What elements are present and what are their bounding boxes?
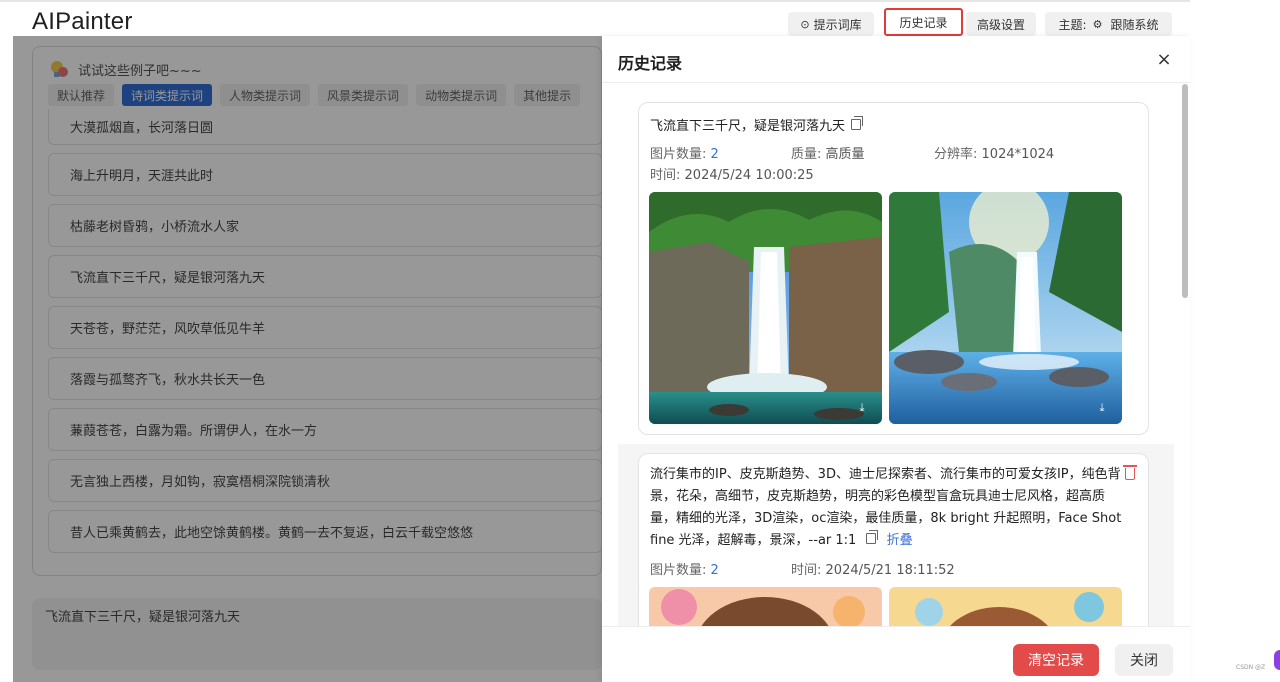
generated-image[interactable]: ⤓ (649, 192, 882, 424)
history-button[interactable]: 历史记录 (884, 8, 963, 36)
history-scroll-area[interactable]: 飞流直下三千尺，疑是银河落九天 图片数量: 2 质量: 高质量 分辨率: 102… (602, 83, 1190, 626)
waterfall-photo-image (649, 192, 882, 424)
theme-button[interactable]: 主题: ⚙ 跟随系统 (1045, 12, 1172, 36)
theme-value: 跟随系统 (1110, 17, 1159, 32)
record-quality: 质量: 高质量 (791, 143, 865, 162)
advanced-settings-label: 高级设置 (976, 17, 1025, 32)
watermark: CSDN @Z (1236, 664, 1266, 671)
quality-label: 质量: (791, 147, 822, 162)
footer-divider (602, 626, 1190, 627)
cartoon-girl-image (889, 587, 1122, 626)
count-label: 图片数量: (650, 147, 707, 162)
gear-icon: ⚙ (1092, 17, 1103, 31)
prompt-library-button[interactable]: ⊙ 提示词库 (788, 12, 874, 36)
prompt-library-label: 提示词库 (813, 17, 862, 32)
clear-history-button[interactable]: 清空记录 (1013, 644, 1099, 676)
close-button[interactable]: 关闭 (1115, 644, 1173, 676)
quality-value: 高质量 (825, 147, 865, 162)
waterfall-painting-image (889, 192, 1122, 424)
history-drawer: 历史记录 × 飞流直下三千尺，疑是银河落九天 图片数量: 2 质量: 高质量 分… (602, 36, 1190, 682)
close-icon[interactable]: × (1155, 50, 1173, 70)
history-card: 流行集市的IP、皮克斯趋势、3D、迪士尼探索者、流行集市的可爱女孩IP，纯色背景… (638, 453, 1149, 626)
copy-icon[interactable] (866, 530, 879, 544)
record-prompt: 流行集市的IP、皮克斯趋势、3D、迪士尼探索者、流行集市的可爱女孩IP，纯色背景… (650, 464, 1128, 552)
floating-widget-icon[interactable] (1274, 650, 1280, 670)
count-label: 图片数量: (650, 563, 707, 578)
record-resolution: 分辨率: 1024*1024 (934, 143, 1054, 162)
copy-icon[interactable] (851, 116, 864, 130)
count-value: 2 (710, 147, 719, 162)
record-time: 时间: 2024/5/21 18:11:52 (791, 559, 955, 578)
bulb-outline-icon: ⊙ (800, 17, 810, 31)
generated-image[interactable] (649, 587, 882, 626)
generated-image[interactable] (889, 587, 1122, 626)
time-value: 2024/5/21 18:11:52 (825, 563, 955, 578)
record-count: 图片数量: 2 (650, 559, 719, 578)
top-border (0, 0, 1190, 2)
generated-image[interactable]: ⤓ (889, 192, 1122, 424)
count-value: 2 (710, 563, 719, 578)
time-value: 2024/5/24 10:00:25 (684, 168, 814, 183)
record-time: 时间: 2024/5/24 10:00:25 (650, 164, 814, 183)
record-prompt: 飞流直下三千尺，疑是银河落九天 (650, 115, 864, 134)
scrollbar[interactable] (1182, 84, 1188, 298)
download-icon[interactable]: ⤓ (856, 402, 868, 414)
advanced-settings-button[interactable]: 高级设置 (966, 12, 1036, 36)
app-title: AIPainter (32, 8, 133, 35)
cartoon-girl-image (649, 587, 882, 626)
resolution-value: 1024*1024 (981, 147, 1055, 162)
drawer-title: 历史记录 (618, 54, 683, 73)
record-count: 图片数量: 2 (650, 143, 719, 162)
trash-icon[interactable] (1123, 465, 1137, 480)
history-label: 历史记录 (899, 15, 948, 30)
modal-overlay[interactable] (13, 36, 602, 682)
resolution-label: 分辨率: (934, 147, 978, 162)
download-icon[interactable]: ⤓ (1096, 402, 1108, 414)
time-label: 时间: (650, 168, 681, 183)
fold-link[interactable]: 折叠 (887, 533, 913, 548)
history-card: 飞流直下三千尺，疑是银河落九天 图片数量: 2 质量: 高质量 分辨率: 102… (638, 102, 1149, 435)
record-prompt-text: 飞流直下三千尺，疑是银河落九天 (650, 119, 846, 134)
theme-label: 主题: (1058, 17, 1087, 32)
history-card-hover-bg: 流行集市的IP、皮克斯趋势、3D、迪士尼探索者、流行集市的可爱女孩IP，纯色背景… (618, 444, 1174, 626)
time-label: 时间: (791, 563, 822, 578)
